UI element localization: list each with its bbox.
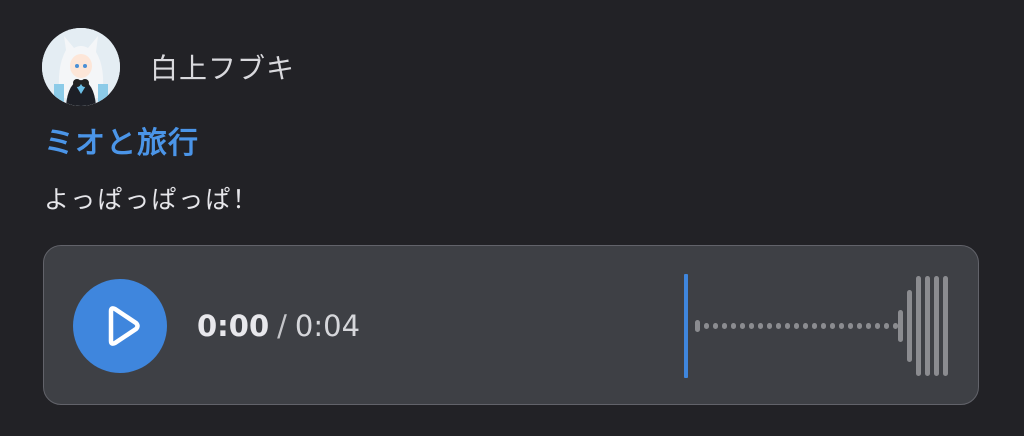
play-button[interactable] — [73, 279, 167, 373]
duration: 0:04 — [294, 309, 361, 343]
time-display: 0:00/0:04 — [197, 309, 360, 343]
post-body: よっぱっぱっぱ！ — [44, 185, 260, 214]
avatar-image — [42, 28, 120, 106]
post-card: 白上フブキ ミオと旅行 よっぱっぱっぱ！ 0:00/0:04 — [0, 0, 1024, 436]
playhead[interactable] — [684, 274, 688, 378]
post-header: 白上フブキ — [42, 28, 295, 106]
waveform-bars — [695, 276, 948, 376]
audio-player: 0:00/0:04 — [43, 245, 979, 405]
post-title[interactable]: ミオと旅行 — [44, 118, 199, 162]
current-time: 0:00 — [197, 309, 270, 343]
time-separator: / — [277, 309, 287, 343]
avatar[interactable] — [42, 28, 120, 106]
waveform-seekbar[interactable] — [678, 274, 958, 380]
play-icon — [108, 306, 140, 346]
author-name[interactable]: 白上フブキ — [150, 47, 295, 87]
